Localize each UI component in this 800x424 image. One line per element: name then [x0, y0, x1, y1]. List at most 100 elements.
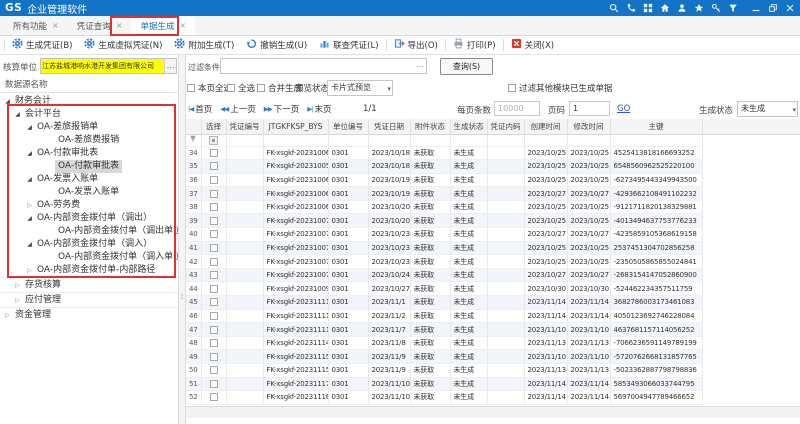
tree-item[interactable]: ▷OA-内部资金拨付单-内部路径	[0, 264, 178, 277]
filter-cell[interactable]	[567, 134, 610, 146]
prev-page-button[interactable]: ◀◀ 上一页	[220, 103, 256, 115]
table-row[interactable]: 35FK-xsgkf-20231005603012023/10/18未获取未生成…	[186, 160, 800, 174]
page-number-input[interactable]: 1	[569, 101, 610, 116]
table-row[interactable]: 36FK-xsgkf-20231006703012023/10/19未获取未生成…	[186, 173, 800, 187]
select-cell[interactable]	[201, 377, 226, 391]
tab-voucher-query[interactable]: 凭证查询 ×	[68, 16, 132, 35]
row-checkbox[interactable]	[210, 258, 218, 266]
select-cell[interactable]	[201, 255, 226, 269]
table-row[interactable]: 48FK-xsgkf-20231114603012023/11/8未获取未生成2…	[186, 336, 800, 350]
row-checkbox[interactable]	[210, 230, 218, 238]
select-cell[interactable]	[201, 187, 226, 201]
select-filter-button[interactable]	[209, 136, 218, 145]
row-checkbox[interactable]	[210, 298, 218, 306]
checkbox-icon[interactable]	[227, 84, 235, 92]
home-icon[interactable]	[660, 3, 670, 13]
column-header[interactable]: 生成状态	[450, 119, 487, 134]
select-cell[interactable]	[201, 268, 226, 282]
horizontal-scrollbar[interactable]	[186, 406, 800, 418]
table-row[interactable]: 46FK-xsgkf-20231111503012023/11/2未获取未生成2…	[186, 309, 800, 323]
collapse-arrow-icon[interactable]: ◢	[25, 212, 34, 225]
column-header[interactable]: 凭证内码	[487, 119, 524, 134]
column-header[interactable]: 主键	[610, 119, 702, 134]
row-checkbox[interactable]	[210, 149, 218, 157]
row-checkbox[interactable]	[210, 312, 218, 320]
restore-icon[interactable]	[768, 3, 778, 13]
table-row[interactable]: 37FK-xsgkf-20231006803012023/10/19未获取未生成…	[186, 187, 800, 201]
table-row[interactable]: 38FK-xsgkf-20231006903012023/10/20未获取未生成…	[186, 200, 800, 214]
search-icon[interactable]	[609, 3, 619, 13]
row-checkbox[interactable]	[210, 339, 218, 347]
tree-item[interactable]: OA-发票入账单	[0, 186, 178, 199]
row-checkbox[interactable]	[210, 190, 218, 198]
row-checkbox[interactable]	[210, 366, 218, 374]
close-window-icon[interactable]	[785, 3, 795, 13]
column-header[interactable]: 单位编号	[328, 119, 368, 134]
table-row[interactable]: 45FK-xsgkf-20231111003012023/11/1未获取未生成2…	[186, 296, 800, 310]
filter-ellipsis-button[interactable]: …	[416, 60, 424, 69]
column-header[interactable]: 修改时间	[567, 119, 610, 134]
linked-voucher-button[interactable]: 联查凭证(L)	[313, 37, 384, 54]
filter-cell[interactable]	[524, 134, 567, 146]
filter-cell[interactable]	[487, 134, 524, 146]
preview-status-select[interactable]: 卡片式预览 ▾	[327, 80, 393, 96]
select-cell[interactable]	[201, 146, 226, 160]
key-icon[interactable]	[711, 3, 721, 13]
panel-splitter[interactable]: ⁞	[178, 55, 186, 424]
next-page-button[interactable]: ▶▶ 下一页	[264, 103, 300, 115]
filter-cell[interactable]	[450, 134, 487, 146]
tree-item[interactable]: OA-内部资金拨付单（调入单位凭证）	[0, 251, 178, 264]
select-all-checkbox[interactable]: 全选	[227, 82, 255, 94]
select-cell[interactable]	[201, 173, 226, 187]
tab-close-icon[interactable]: ×	[116, 21, 123, 30]
table-row[interactable]: 50FK-xsgkf-20231115203012023/11/9未获取未生成2…	[186, 364, 800, 378]
collapse-arrow-icon[interactable]: ◢	[25, 121, 34, 134]
accounting-unit-ellipsis-button[interactable]: …	[164, 59, 176, 73]
filter-cell[interactable]	[368, 134, 410, 146]
table-row[interactable]: 52FK-xsgkf-20231116903012023/11/10未获取未生成…	[186, 391, 800, 405]
user-icon[interactable]	[677, 3, 687, 13]
row-checkbox[interactable]	[210, 244, 218, 252]
table-row[interactable]: 44FK-xsgkf-20231009303012023/10/27未获取未生成…	[186, 282, 800, 296]
row-checkbox[interactable]	[210, 353, 218, 361]
tree-item[interactable]: ◢OA-发票入账单	[0, 173, 178, 186]
collapse-arrow-icon[interactable]: ◢	[25, 173, 34, 186]
collapse-arrow-icon[interactable]: ◢	[3, 95, 12, 108]
select-page-checkbox[interactable]: 本页全选	[187, 82, 232, 94]
table-row[interactable]: 49FK-xsgkf-20231115303012023/11/9未获取未生成2…	[186, 350, 800, 364]
generate-voucher-button[interactable]: 生成凭证(B)	[6, 37, 78, 54]
filter-cell[interactable]	[610, 134, 702, 146]
filter-cell[interactable]	[226, 134, 263, 146]
filter-generated-checkbox[interactable]: 过滤其他模块已生成单据	[508, 82, 613, 94]
tree-item[interactable]: ▷存货核算	[0, 277, 178, 292]
table-row[interactable]: 42FK-xsgkf-20231007403012023/10/23未获取未生成…	[186, 255, 800, 269]
close-tab-button[interactable]: 关闭(X)	[505, 37, 560, 54]
star-icon[interactable]	[694, 3, 704, 13]
expand-arrow-icon[interactable]: ▷	[13, 293, 22, 308]
generate-virtual-voucher-button[interactable]: 生成虚拟凭证(N)	[78, 37, 168, 54]
checkbox-icon[interactable]	[508, 84, 516, 92]
export-button[interactable]: 导出(O)	[388, 37, 444, 54]
tab-bill-generation[interactable]: 单据生成 ×	[131, 16, 195, 35]
tree-item[interactable]: OA-差旅费报销	[0, 134, 178, 147]
tree-item[interactable]: ▷应付管理	[0, 292, 178, 307]
column-header[interactable]: 创建时间	[524, 119, 567, 134]
table-row[interactable]: 47FK-xsgkf-20231111903012023/11/7未获取未生成2…	[186, 323, 800, 337]
filter-input[interactable]: …	[220, 58, 427, 74]
collapse-arrow-icon[interactable]: ◢	[13, 108, 22, 121]
table-row[interactable]: 41FK-xsgkf-20231007303012023/10/23未获取未生成…	[186, 241, 800, 255]
table-row[interactable]: 39FK-xsgkf-20231007003012023/10/20未获取未生成…	[186, 214, 800, 228]
expand-arrow-icon[interactable]: ▷	[13, 278, 22, 293]
table-row[interactable]: 34FK-xsgkf-20231006203012023/10/18未获取未生成…	[186, 146, 800, 160]
row-checkbox[interactable]	[210, 271, 218, 279]
expand-arrow-icon[interactable]: ▷	[25, 264, 34, 277]
row-checkbox[interactable]	[210, 285, 218, 293]
tree-item[interactable]: ◢财务会计	[0, 95, 178, 108]
column-header[interactable]: 凭证日期	[368, 119, 410, 134]
row-checkbox[interactable]	[210, 217, 218, 225]
select-cell[interactable]	[201, 282, 226, 296]
column-header[interactable]: 附件状态	[410, 119, 450, 134]
additional-generate-button[interactable]: 附加生成(T)	[168, 37, 240, 54]
select-cell[interactable]	[201, 241, 226, 255]
expand-arrow-icon[interactable]: ▷	[3, 308, 12, 323]
